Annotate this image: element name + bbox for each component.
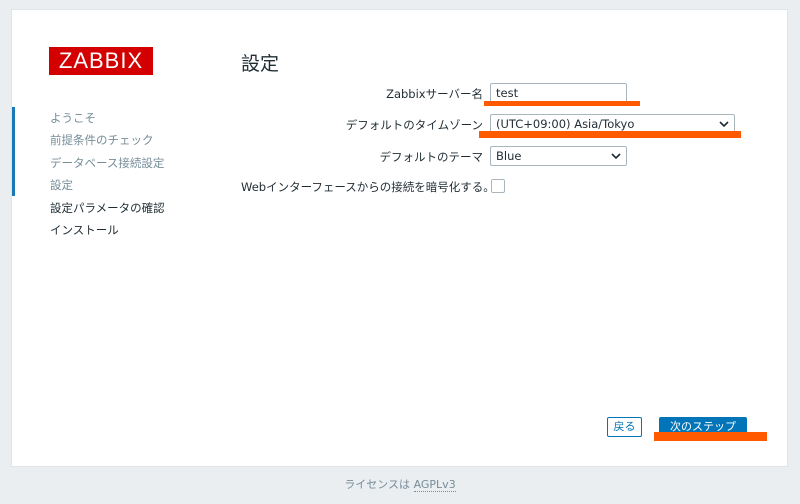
timezone-value: (UTC+09:00) Asia/Tokyo	[496, 117, 635, 131]
highlight-next-button	[654, 432, 767, 441]
step-welcome: ようこそ	[50, 111, 96, 125]
step-settings: 設定	[50, 178, 73, 192]
server-name-input[interactable]: test	[490, 83, 627, 103]
page-title: 設定	[241, 53, 280, 75]
chevron-down-icon	[719, 121, 729, 128]
step-db-connection: データベース接続設定	[50, 156, 165, 170]
steps-progress-bar	[12, 107, 15, 196]
back-button[interactable]: 戻る	[607, 417, 642, 437]
theme-value: Blue	[496, 149, 522, 163]
highlight-server-name	[484, 101, 640, 106]
encrypt-checkbox[interactable]	[491, 179, 505, 193]
encrypt-label: Webインターフェースからの接続を暗号化する。	[241, 180, 495, 194]
step-install: インストール	[50, 223, 119, 237]
timezone-label: デフォルトのタイムゾーン	[345, 118, 483, 132]
theme-select[interactable]: Blue	[490, 146, 627, 166]
license-prefix: ライセンスは	[344, 478, 411, 491]
zabbix-logo: ZABBIX	[49, 47, 153, 75]
step-prerequisites: 前提条件のチェック	[50, 133, 154, 147]
highlight-timezone	[479, 131, 741, 138]
setup-card: ZABBIX ようこそ 前提条件のチェック データベース接続設定 設定 設定パラ…	[11, 9, 788, 467]
theme-label: デフォルトのテーマ	[379, 150, 484, 164]
chevron-down-icon	[611, 153, 621, 160]
step-summary: 設定パラメータの確認	[50, 201, 165, 215]
license-link[interactable]: AGPLv3	[413, 478, 456, 492]
footer: ライセンスは AGPLv3	[0, 476, 800, 492]
server-name-label: Zabbixサーバー名	[386, 87, 483, 101]
